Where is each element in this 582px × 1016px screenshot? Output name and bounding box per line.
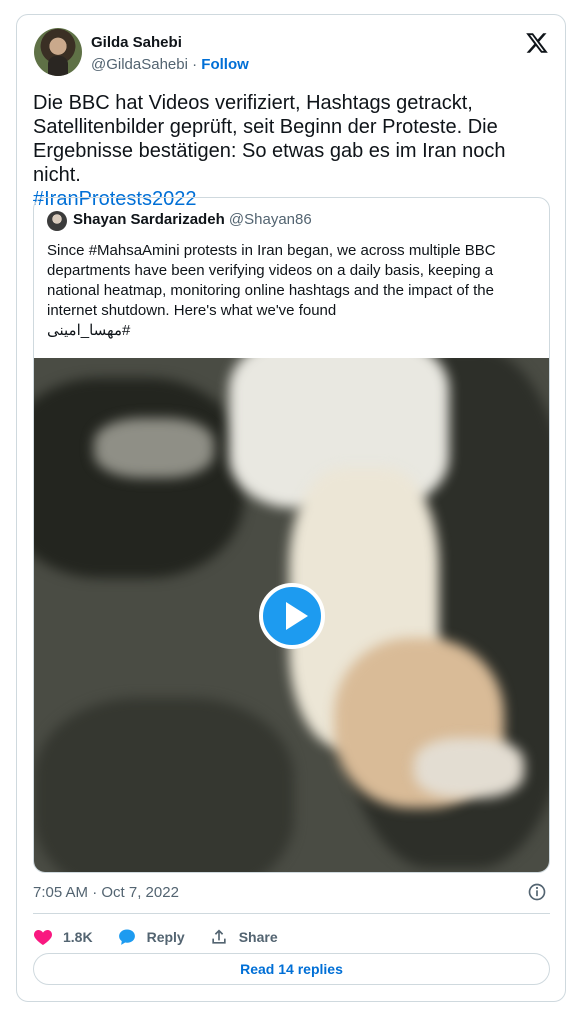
like-button[interactable]: 1.8K bbox=[33, 927, 93, 947]
tweet-text: Die BBC hat Videos verifiziert, Hashtags… bbox=[33, 91, 553, 211]
reply-button[interactable]: Reply bbox=[117, 927, 185, 947]
author-meta-row: @GildaSahebi · Follow bbox=[91, 56, 249, 73]
share-icon bbox=[212, 929, 226, 944]
heart-icon bbox=[33, 930, 53, 945]
share-label: Share bbox=[238, 929, 278, 945]
author-avatar[interactable] bbox=[34, 28, 82, 76]
like-count: 1.8K bbox=[63, 929, 93, 945]
quoted-author-avatar bbox=[47, 211, 67, 231]
author-name[interactable]: Gilda Sahebi bbox=[91, 34, 182, 51]
reply-bubble-icon bbox=[118, 929, 135, 945]
divider bbox=[33, 913, 550, 914]
quoted-text: Since #MahsaAmini protests in Iran began… bbox=[47, 241, 537, 341]
meta-separator: · bbox=[187, 56, 202, 73]
info-icon[interactable] bbox=[527, 882, 547, 902]
tweet-body: Die BBC hat Videos verifiziert, Hashtags… bbox=[33, 92, 506, 186]
quoted-rtl-hashtag: #مهسا_امینی bbox=[47, 322, 131, 339]
tweet-card: Gilda Sahebi @GildaSahebi · Follow Die B… bbox=[16, 14, 566, 1002]
action-bar: 1.8K Reply Share bbox=[33, 923, 302, 951]
tweet-timestamp[interactable]: 7:05 AM · Oct 7, 2022 bbox=[33, 884, 179, 901]
author-handle[interactable]: @GildaSahebi bbox=[91, 56, 188, 73]
quoted-body: Since #MahsaAmini protests in Iran began… bbox=[47, 242, 496, 319]
play-button[interactable] bbox=[259, 583, 325, 649]
quoted-tweet[interactable]: Shayan Sardarizadeh @Shayan86 Since #Mah… bbox=[33, 197, 550, 873]
follow-link[interactable]: Follow bbox=[201, 56, 249, 73]
read-replies-button[interactable]: Read 14 replies bbox=[33, 953, 550, 985]
quoted-author-row: Shayan Sardarizadeh @Shayan86 bbox=[73, 211, 312, 228]
quoted-author-name: Shayan Sardarizadeh bbox=[73, 211, 225, 228]
reply-label: Reply bbox=[146, 929, 185, 945]
x-logo-icon[interactable] bbox=[525, 31, 549, 55]
quoted-author-handle: @Shayan86 bbox=[228, 211, 312, 228]
video-media[interactable] bbox=[34, 358, 549, 872]
share-button[interactable]: Share bbox=[209, 927, 278, 947]
play-icon bbox=[286, 602, 308, 630]
